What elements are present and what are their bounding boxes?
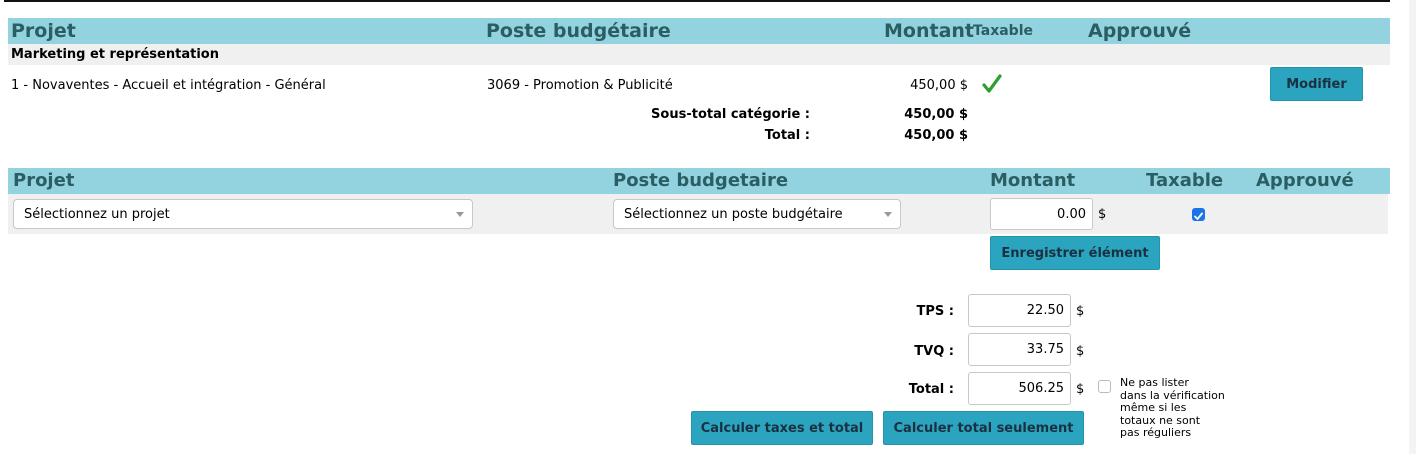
poste-select[interactable]: Sélectionnez un poste budgétaire	[613, 199, 901, 229]
dropdown-arrow-icon	[884, 212, 892, 217]
calculate-total-button[interactable]: Calculer total seulement	[883, 411, 1084, 445]
subtotal-value: 450,00 $	[904, 107, 968, 122]
dropdown-arrow-icon	[456, 212, 464, 217]
tps-currency: $	[1076, 304, 1085, 319]
save-item-button[interactable]: Enregistrer élément	[990, 236, 1160, 270]
project-select-value: Sélectionnez un projet	[24, 206, 170, 222]
header-montant: Montant	[884, 20, 974, 42]
items-table-header: Projet Poste budgétaire Montant Taxable …	[8, 18, 1390, 44]
header-poste: Poste budgétaire	[486, 20, 671, 42]
row-poste: 3069 - Promotion & Publicité	[487, 78, 673, 93]
note-line: pas réguliers	[1120, 426, 1192, 439]
tvq-currency: $	[1076, 344, 1085, 359]
tvq-input[interactable]	[968, 333, 1071, 366]
form-header-taxable: Taxable	[1146, 170, 1224, 191]
taxable-checkbox[interactable]	[1192, 208, 1205, 221]
row-projet: 1 - Novaventes - Accueil et intégration …	[11, 78, 326, 93]
category-label: Marketing et représentation	[11, 47, 219, 62]
form-header-approuve: Approuvé	[1256, 170, 1354, 191]
checkmark-icon	[982, 74, 1002, 93]
grand-total-input[interactable]	[968, 372, 1071, 405]
subtotal-label: Sous-total catégorie :	[651, 107, 810, 122]
poste-select-value: Sélectionnez un poste budgétaire	[624, 206, 843, 222]
top-border	[4, 0, 1390, 2]
exclude-verification-note: Ne pas lister dans la vérification même …	[1120, 376, 1225, 440]
note-line: Ne pas lister	[1120, 376, 1189, 389]
header-taxable: Taxable	[973, 23, 1033, 39]
grand-total-currency: $	[1076, 382, 1085, 397]
total-value: 450,00 $	[904, 128, 968, 143]
total-label: Total :	[764, 128, 810, 143]
form-header-montant: Montant	[990, 170, 1076, 191]
exclude-verification-checkbox[interactable]	[1098, 380, 1111, 393]
calculate-taxes-button[interactable]: Calculer taxes et total	[691, 411, 873, 445]
montant-input[interactable]	[990, 198, 1093, 230]
tvq-label: TVQ :	[914, 344, 954, 359]
tps-input[interactable]	[968, 294, 1071, 327]
grand-total-label: Total :	[908, 382, 954, 397]
row-montant: 450,00 $	[910, 78, 968, 93]
new-item-header: Projet Poste budgetaire Montant Taxable …	[8, 168, 1390, 194]
tps-label: TPS :	[916, 304, 954, 319]
scrollbar[interactable]	[1409, 0, 1416, 454]
project-select[interactable]: Sélectionnez un projet	[13, 199, 473, 229]
note-line: même si les	[1120, 401, 1187, 414]
header-projet: Projet	[11, 20, 76, 42]
modifier-button[interactable]: Modifier	[1270, 67, 1363, 101]
form-header-projet: Projet	[13, 170, 75, 191]
header-approuve: Approuvé	[1088, 20, 1192, 42]
checkbox-check-icon	[1194, 212, 1203, 220]
montant-currency: $	[1098, 207, 1107, 222]
form-header-poste: Poste budgetaire	[613, 170, 789, 191]
category-row: Marketing et représentation	[8, 44, 1390, 65]
